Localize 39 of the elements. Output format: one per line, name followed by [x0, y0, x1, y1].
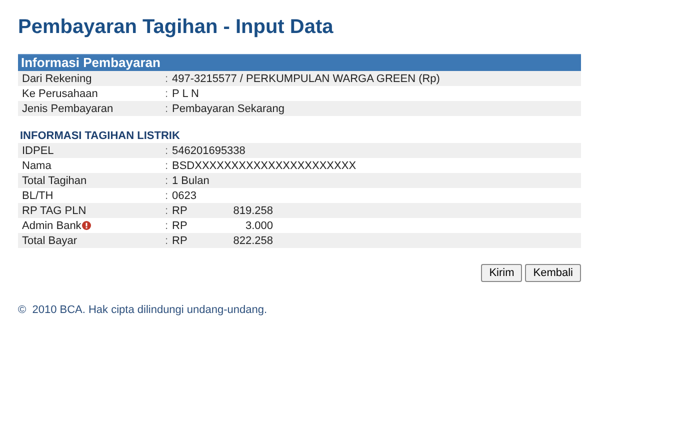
- field-label: IDPEL: [22, 144, 54, 156]
- copyright-text: © 2010 BCA. Hak cipta dilindungi undang-undang.: [18, 304, 268, 316]
- field-value: BSDXXXXXXXXXXXXXXXXXXXXXX: [172, 160, 356, 172]
- amount-value: 819.258: [232, 204, 273, 216]
- field-value: 0623: [172, 190, 196, 202]
- form-button[interactable]: Kembali: [525, 264, 581, 282]
- field-label: Jenis Pembayaran: [21, 102, 114, 114]
- field-label: RP TAG PLN: [22, 204, 86, 216]
- colon: :: [165, 72, 170, 84]
- field-value: P L N: [172, 88, 199, 100]
- page-title: Pembayaran Tagihan - Input Data: [18, 16, 334, 39]
- field-label: Ke Perusahaan: [21, 88, 99, 100]
- amount-value: 822.258: [232, 234, 273, 246]
- field-label: Admin Bank: [22, 220, 82, 232]
- field-value: 546201695338: [172, 144, 246, 156]
- currency-label: RP: [172, 220, 188, 232]
- section-header: Informasi Pembayaran: [18, 54, 581, 71]
- colon: :: [165, 102, 170, 114]
- amount-value: 3.000: [244, 220, 273, 232]
- field-label: Total Bayar: [22, 234, 78, 246]
- field-value: Pembayaran Sekarang: [172, 102, 285, 114]
- colon: :: [165, 204, 170, 216]
- field-value: 497-3215577 / PERKUMPULAN WARGA GREEN (Rp): [172, 72, 440, 84]
- field-label: Total Tagihan: [22, 174, 87, 186]
- field-label: Dari Rekening: [21, 72, 93, 84]
- colon: :: [165, 220, 170, 232]
- section-heading: INFORMASI TAGIHAN LISTRIK: [19, 130, 181, 143]
- currency-label: RP: [172, 234, 188, 246]
- field-label: Nama: [22, 160, 52, 172]
- form-button[interactable]: Kirim: [481, 264, 522, 282]
- colon: :: [165, 88, 170, 100]
- colon: :: [165, 160, 170, 172]
- field-label: BL/TH: [22, 190, 54, 202]
- colon: :: [165, 234, 170, 246]
- colon: :: [165, 190, 170, 202]
- field-value: 1 Bulan: [172, 174, 210, 186]
- colon: :: [165, 144, 170, 156]
- colon: :: [165, 174, 170, 186]
- currency-label: RP: [172, 204, 188, 216]
